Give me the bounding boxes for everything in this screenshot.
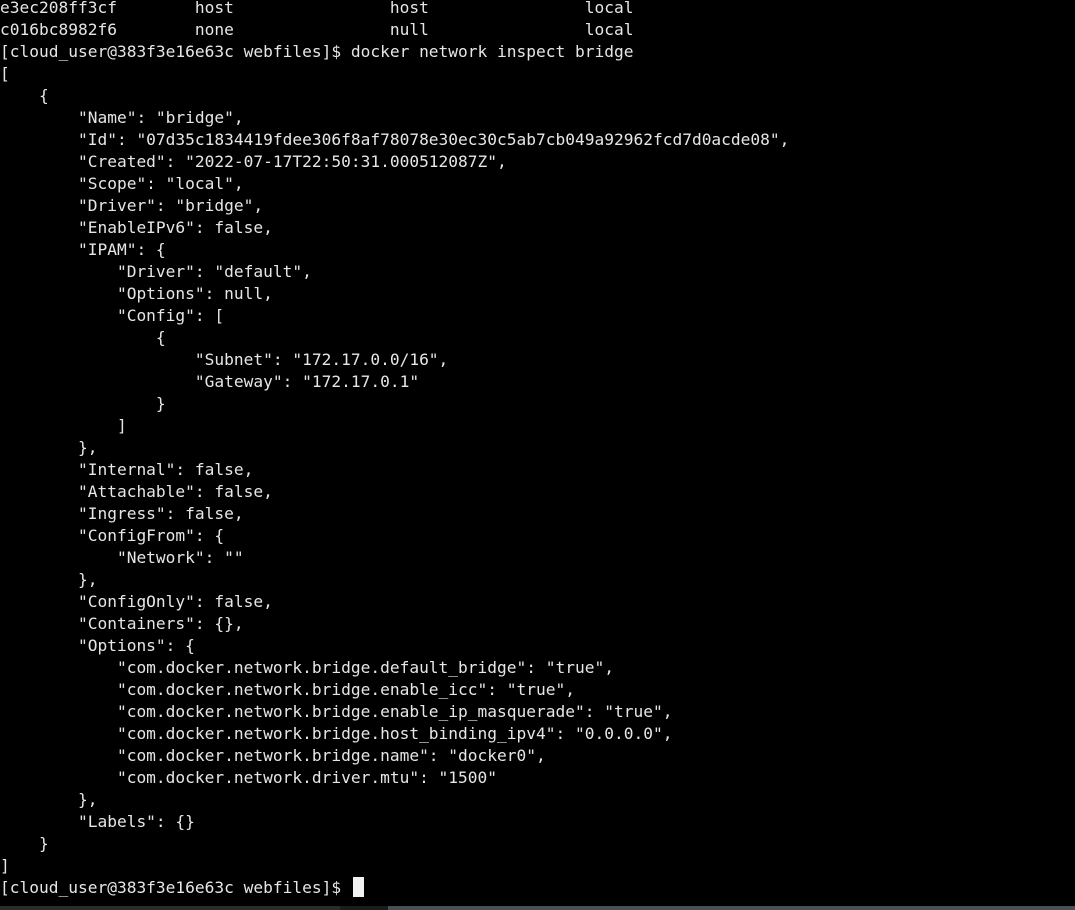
shell-prompt: [cloud_user@383f3e16e63c webfiles]$	[0, 878, 351, 897]
output-line: "ConfigOnly": false,	[0, 592, 273, 611]
output-line: "IPAM": {	[0, 240, 166, 259]
prompt-line[interactable]: [cloud_user@383f3e16e63c webfiles]$	[0, 877, 1075, 899]
output-line: "Driver": "default",	[0, 262, 312, 281]
terminal-output: e3ec208ff3cf host host local c016bc8982f…	[0, 0, 1075, 899]
output-line: {	[0, 328, 166, 347]
output-line: ]	[0, 416, 127, 435]
horizontal-scrollbar[interactable]	[0, 906, 1075, 910]
terminal-window[interactable]: e3ec208ff3cf host host local c016bc8982f…	[0, 0, 1075, 906]
output-line: "com.docker.network.bridge.default_bridg…	[0, 658, 614, 677]
output-line: },	[0, 570, 98, 589]
output-line: },	[0, 790, 98, 809]
output-line: }	[0, 834, 49, 853]
output-line: "Driver": "bridge",	[0, 196, 264, 215]
output-line: "Gateway": "172.17.0.1"	[0, 372, 420, 391]
output-line: },	[0, 438, 98, 457]
output-line: "com.docker.network.bridge.enable_ip_mas…	[0, 702, 673, 721]
output-line: "Internal": false,	[0, 460, 254, 479]
output-line: "com.docker.network.bridge.enable_icc": …	[0, 680, 575, 699]
output-line: "Subnet": "172.17.0.0/16",	[0, 350, 449, 369]
output-line: "Options": {	[0, 636, 195, 655]
output-line: "Ingress": false,	[0, 504, 244, 523]
output-line: "Containers": {},	[0, 614, 244, 633]
output-line: "Attachable": false,	[0, 482, 273, 501]
command-line: [cloud_user@383f3e16e63c webfiles]$ dock…	[0, 42, 634, 61]
output-line: "Options": null,	[0, 284, 273, 303]
output-line: ]	[0, 856, 10, 875]
output-line: c016bc8982f6 none null local	[0, 20, 634, 39]
output-line: e3ec208ff3cf host host local	[0, 0, 634, 17]
output-line: {	[0, 86, 49, 105]
output-line: "Scope": "local",	[0, 174, 244, 193]
scrollbar-thumb[interactable]	[388, 906, 1075, 910]
output-line: "Network": ""	[0, 548, 244, 567]
output-line: }	[0, 394, 166, 413]
output-line: "Labels": {}	[0, 812, 195, 831]
scrollbar-track-divider	[340, 906, 388, 910]
output-line: "com.docker.network.driver.mtu": "1500"	[0, 768, 498, 787]
output-line: "ConfigFrom": {	[0, 526, 225, 545]
output-line: "Config": [	[0, 306, 225, 325]
text-cursor	[352, 877, 364, 897]
output-line: "com.docker.network.bridge.host_binding_…	[0, 724, 673, 743]
output-line: "Id": "07d35c1834419fdee306f8af78078e30e…	[0, 130, 790, 149]
output-line: [	[0, 64, 10, 83]
output-line: "EnableIPv6": false,	[0, 218, 273, 237]
output-line: "Name": "bridge",	[0, 108, 244, 127]
output-line: "com.docker.network.bridge.name": "docke…	[0, 746, 546, 765]
output-line: "Created": "2022-07-17T22:50:31.00051208…	[0, 152, 507, 171]
